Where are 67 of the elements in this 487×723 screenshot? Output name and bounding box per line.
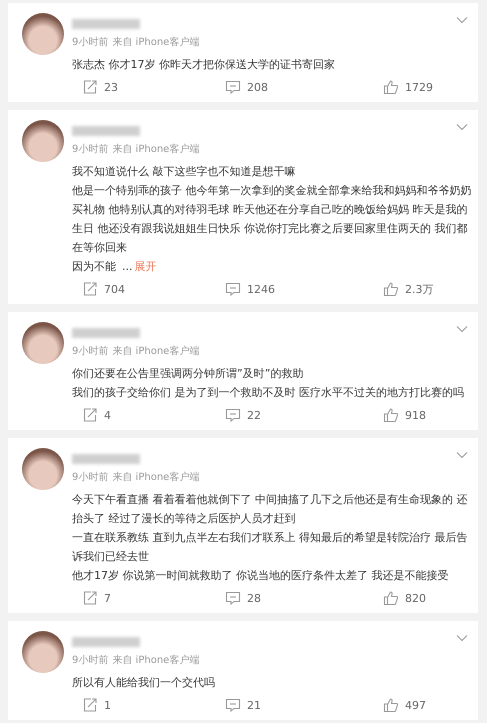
avatar	[22, 13, 64, 55]
chevron-down-icon[interactable]	[456, 325, 468, 333]
timestamp: 9小时前	[72, 36, 108, 49]
blurred-username	[72, 328, 140, 338]
like-count: 1729	[405, 80, 433, 94]
expand-link[interactable]: 展开	[134, 260, 156, 273]
reply-count: 1246	[247, 282, 275, 296]
thumbs-up-icon[interactable]	[383, 697, 399, 713]
thumbs-up-icon[interactable]	[383, 407, 399, 423]
reply-count: 28	[247, 592, 261, 604]
comment-text: 我不知道说什么 敲下这些字也不知道是想干嘛	[72, 164, 296, 180]
share-icon[interactable]	[82, 281, 98, 297]
ellipsis: ...	[122, 260, 132, 273]
repost-count: 7	[104, 592, 111, 604]
source-label: 来自 iPhone客户端	[112, 344, 200, 358]
blurred-username	[72, 454, 140, 464]
thumbs-up-icon[interactable]	[383, 590, 399, 606]
comment-text: 他才17岁 你说第一时间就救助了 你说当地的医疗条件太差了 我还是不能接受	[72, 568, 450, 584]
comment-text: 今天下午看直播 看着看着他就倒下了 中间抽搐了几下之后他还是有生命现象的 还抬头了 经过了漫长的等待之后医护人员才赶到	[72, 492, 468, 527]
timestamp: 9小时前	[72, 344, 108, 358]
comment-icon[interactable]	[225, 407, 241, 423]
comment-icon[interactable]	[225, 79, 241, 95]
share-icon[interactable]	[82, 407, 98, 423]
repost-count: 1	[104, 698, 111, 712]
repost-count: 704	[104, 282, 125, 296]
avatar	[22, 120, 64, 162]
timestamp: 9小时前	[72, 654, 108, 667]
comment-icon[interactable]	[225, 697, 241, 713]
chevron-down-icon[interactable]	[456, 451, 468, 459]
comment-text: 你们还要在公告里强调两分钟所谓”及时”的救助	[72, 366, 304, 382]
blurred-username	[72, 637, 140, 647]
blurred-username	[72, 126, 140, 136]
reply-count: 22	[247, 408, 261, 422]
source-label: 来自 iPhone客户端	[112, 142, 200, 156]
timestamp: 9小时前	[72, 470, 108, 484]
source-label: 来自 iPhone客户端	[112, 36, 200, 49]
chevron-down-icon[interactable]	[456, 634, 468, 642]
thumbs-up-icon[interactable]	[383, 79, 399, 95]
avatar	[22, 322, 64, 364]
blurred-username	[72, 19, 140, 29]
comment-text: 一直在联系教练 直到九点半左右我们才联系上 得知最后的希望是转院治疗 最后告诉我们已经去世	[72, 530, 468, 565]
thumbs-up-icon[interactable]	[383, 281, 399, 297]
like-count: 2.3万	[405, 282, 434, 296]
source-label: 来自 iPhone客户端	[112, 654, 200, 667]
share-icon[interactable]	[82, 697, 98, 713]
reply-count: 208	[247, 80, 268, 94]
avatar	[22, 631, 64, 673]
comment-text: 张志杰 你才17岁 你昨天才把你保送大学的证书寄回家	[72, 57, 336, 73]
comment-text: 我们的孩子交给你们 是为了到一个救助不及时 医疗水平不过关的地方打比赛的吗	[72, 385, 465, 401]
repost-count: 23	[104, 80, 118, 94]
comment-text: 因为不能	[72, 260, 116, 273]
repost-count: 4	[104, 408, 111, 422]
comment-text: 他是一个特别乖的孩子 他今年第一次拿到的奖金就全部拿来给我和妈妈和爷爷奶奶买礼物 他特别认真的对待羽毛球 昨天他还在分享自己吃的晚饭给妈妈 昨天是我的生日 他还没有跟我说姐姐生日快乐 你说你打完比赛之后要回家里住两天的 我们都在等你回来	[72, 183, 472, 256]
like-count: 918	[405, 408, 426, 422]
share-icon[interactable]	[82, 590, 98, 606]
comment-text: 所以有人能给我们一个交代吗	[72, 675, 216, 691]
source-label: 来自 iPhone客户端	[112, 470, 200, 484]
avatar	[22, 448, 64, 490]
reply-count: 21	[247, 698, 261, 712]
like-count: 497	[405, 698, 426, 712]
share-icon[interactable]	[82, 79, 98, 95]
comment-icon[interactable]	[225, 590, 241, 606]
timestamp: 9小时前	[72, 142, 108, 156]
chevron-down-icon[interactable]	[456, 123, 468, 131]
chevron-down-icon[interactable]	[456, 16, 468, 24]
comment-icon[interactable]	[225, 281, 241, 297]
like-count: 820	[405, 592, 426, 604]
